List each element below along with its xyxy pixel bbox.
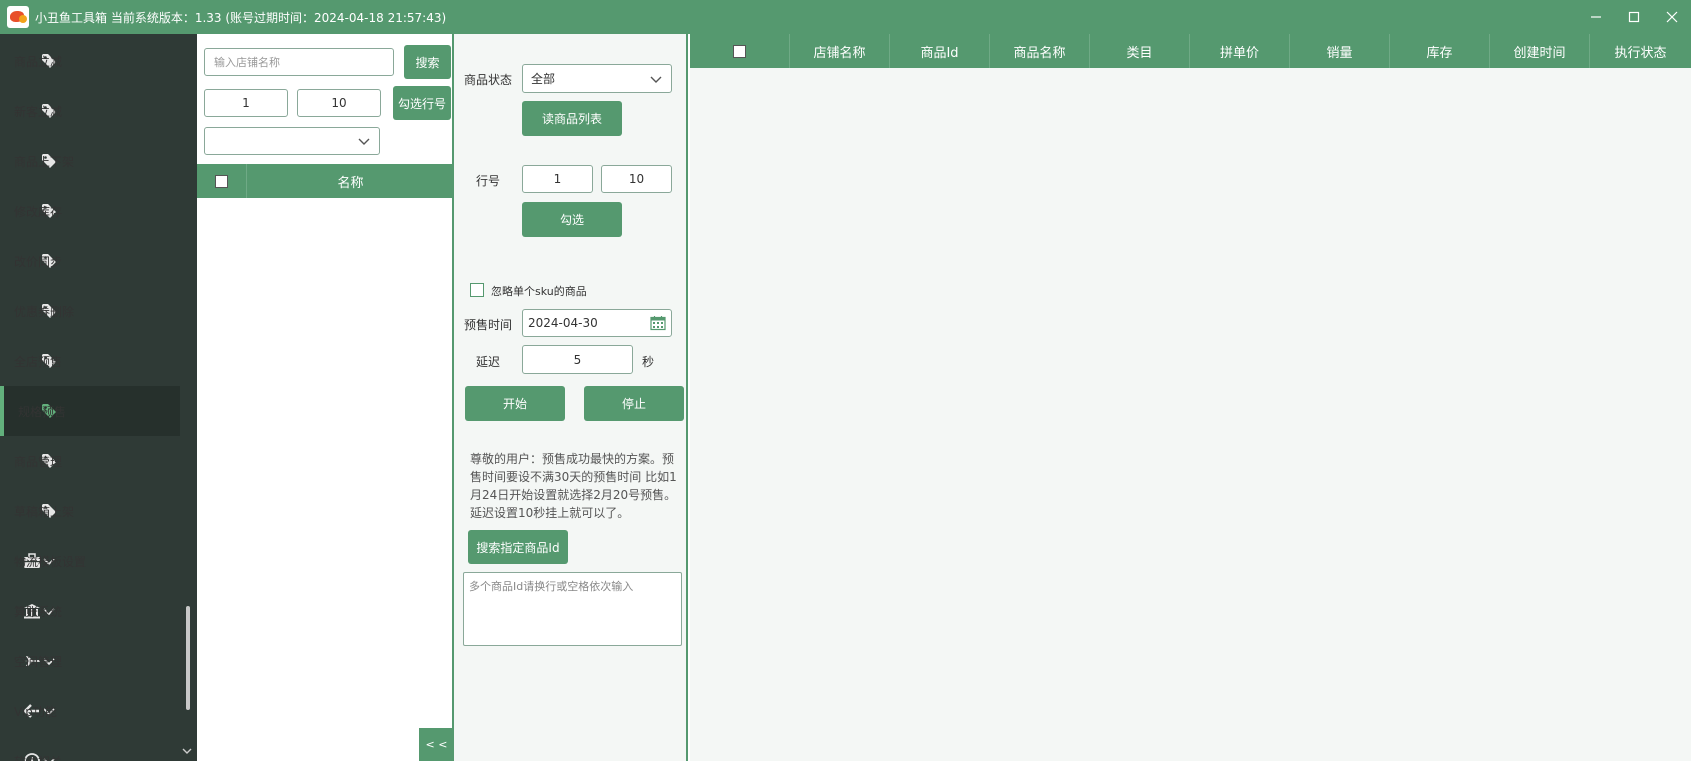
sidebar-item-label: 新客立减 (14, 104, 63, 119)
ignore-single-sku-checkbox[interactable] (470, 283, 484, 297)
calendar-icon (650, 316, 666, 331)
sidebar-item-listing[interactable]: 商品上下架 (0, 136, 180, 186)
row-number-label: 行号 (476, 174, 501, 188)
maximize-button[interactable] (1615, 0, 1653, 34)
store-panel: 输入店铺名称 搜索 1 10 勾选行号 名称 < < (197, 34, 454, 761)
sidebar-scrollbar[interactable] (186, 606, 190, 710)
store-select[interactable] (204, 127, 380, 155)
sidebar-item-product-management[interactable]: 商品管理 (0, 436, 180, 486)
row-from-input[interactable]: 1 (522, 165, 593, 193)
sidebar-group-shipping-templates[interactable]: 物流模板设置 (0, 536, 180, 586)
column-header-product-name[interactable]: 商品名称 (990, 34, 1090, 68)
check-rows-button[interactable]: 勾选行号 (393, 86, 451, 120)
read-product-list-button[interactable]: 读商品列表 (522, 101, 622, 136)
sidebar-item-edit-stock[interactable]: 修改库存 (0, 186, 180, 236)
sidebar-item-draft-listing[interactable]: 草稿箱上架 (0, 486, 180, 536)
delay-label: 延迟 (476, 355, 501, 369)
sidebar-item-label: 修改库存 (14, 204, 63, 219)
sidebar-item-label: 草稿箱上架 (14, 504, 75, 519)
column-header-created-time[interactable]: 创建时间 (1490, 34, 1590, 68)
delay-input[interactable]: 5 (522, 345, 633, 374)
chevron-down-icon (650, 76, 662, 83)
product-table-header: 店铺名称 商品Id 商品名称 类目 拼单价 销量 库存 创建时间 执行状态 (690, 34, 1691, 68)
sidebar-group-label: 软件相关 (14, 753, 62, 761)
stop-button[interactable]: 停止 (584, 386, 684, 421)
window-title: 小丑鱼工具箱 当前系统版本：1.33 (账号过期时间：2024-04-18 21… (35, 10, 447, 25)
sidebar-group-accounting[interactable]: 算账系统 (0, 586, 180, 636)
store-search-button[interactable]: 搜索 (404, 45, 451, 79)
sidebar-item-store-presale[interactable]: 全店预售 (0, 336, 180, 386)
search-product-id-button[interactable]: 搜索指定商品Id (468, 530, 568, 564)
product-table-panel: 店铺名称 商品Id 商品名称 类目 拼单价 销量 库存 创建时间 执行状态 (690, 34, 1691, 761)
check-button[interactable]: 勾选 (522, 202, 622, 237)
delay-unit-label: 秒 (642, 355, 655, 369)
collapse-panel-button[interactable]: < < (419, 728, 454, 761)
scroll-down-arrow-icon[interactable] (182, 746, 194, 758)
sidebar: 商品立减 新客立减 商品上下架 修改库存 改价同步 优惠券删除 全店预售 规格预… (0, 34, 197, 761)
select-all-stores-checkbox[interactable] (215, 174, 228, 188)
sidebar-item-label: 商品立减 (14, 54, 63, 69)
column-header-product-id[interactable]: 商品Id (890, 34, 990, 68)
store-table-header: 名称 (197, 164, 454, 198)
close-button[interactable] (1653, 0, 1691, 34)
store-row-from-input[interactable]: 1 (204, 89, 288, 117)
clownfish-app-icon (7, 6, 29, 28)
minimize-button[interactable] (1577, 0, 1615, 34)
close-icon (1666, 11, 1678, 23)
minimize-icon (1591, 16, 1601, 18)
sidebar-group-vip[interactable]: Vip功能 (0, 686, 180, 736)
sidebar-item-label: 改价同步 (14, 254, 63, 269)
select-all-products-column (690, 34, 790, 68)
sidebar-group-label: 物流模板设置 (14, 554, 87, 569)
sidebar-group-space-management[interactable]: 空间管理 (0, 636, 180, 686)
sidebar-group-label: 空间管理 (14, 654, 63, 669)
column-header-category[interactable]: 类目 (1090, 34, 1190, 68)
sidebar-item-product-discount[interactable]: 商品立减 (0, 36, 180, 86)
sidebar-group-label: Vip功能 (14, 704, 57, 719)
sidebar-item-price-sync[interactable]: 改价同步 (0, 236, 180, 286)
column-header-execution-status[interactable]: 执行状态 (1590, 34, 1691, 68)
store-name-column-header: 名称 (337, 175, 364, 191)
sidebar-item-label: 全店预售 (14, 354, 63, 369)
ignore-single-sku-label: 忽略单个sku的商品 (491, 285, 587, 298)
status-select[interactable]: 全部 (522, 64, 672, 93)
sidebar-item-label: 商品上下架 (14, 154, 75, 169)
sidebar-group-label: 算账系统 (14, 604, 63, 619)
presale-notice: 尊敬的用户：预售成功最快的方案。预售时间要设不满30天的预售时间 比如1月24日… (470, 452, 677, 520)
sidebar-item-sku-presale[interactable]: 规格预售 (0, 386, 180, 436)
title-bar: 小丑鱼工具箱 当前系统版本：1.33 (账号过期时间：2024-04-18 21… (0, 0, 1691, 34)
store-search-input[interactable]: 输入店铺名称 (204, 48, 394, 76)
select-all-products-checkbox[interactable] (733, 44, 746, 58)
row-to-input[interactable]: 10 (601, 165, 672, 193)
start-button[interactable]: 开始 (465, 386, 565, 421)
sidebar-item-label: 商品管理 (14, 454, 63, 469)
maximize-icon (1628, 11, 1640, 23)
sidebar-group-software[interactable]: 软件相关 (0, 736, 180, 761)
column-header-stock[interactable]: 库存 (1390, 34, 1490, 68)
sidebar-item-coupon-delete[interactable]: 优惠券删除 (0, 286, 180, 336)
status-label: 商品状态 (464, 73, 513, 87)
column-header-store-name[interactable]: 店铺名称 (790, 34, 890, 68)
product-ids-textarea[interactable]: 多个商品Id请换行或空格依次输入 (463, 572, 682, 646)
sidebar-item-label: 规格预售 (18, 404, 67, 419)
presale-time-label: 预售时间 (464, 318, 513, 332)
column-header-sales[interactable]: 销量 (1290, 34, 1390, 68)
presale-date-picker[interactable]: 2024-04-30 (522, 309, 672, 337)
chevron-down-icon (358, 138, 370, 145)
column-header-group-price[interactable]: 拼单价 (1190, 34, 1290, 68)
controls-panel: 商品状态 全部 读商品列表 行号 1 10 勾选 忽略单个sku的商品 预售时间… (454, 34, 688, 761)
store-row-to-input[interactable]: 10 (297, 89, 381, 117)
sidebar-item-new-customer-discount[interactable]: 新客立减 (0, 86, 180, 136)
sidebar-item-label: 优惠券删除 (14, 304, 75, 319)
